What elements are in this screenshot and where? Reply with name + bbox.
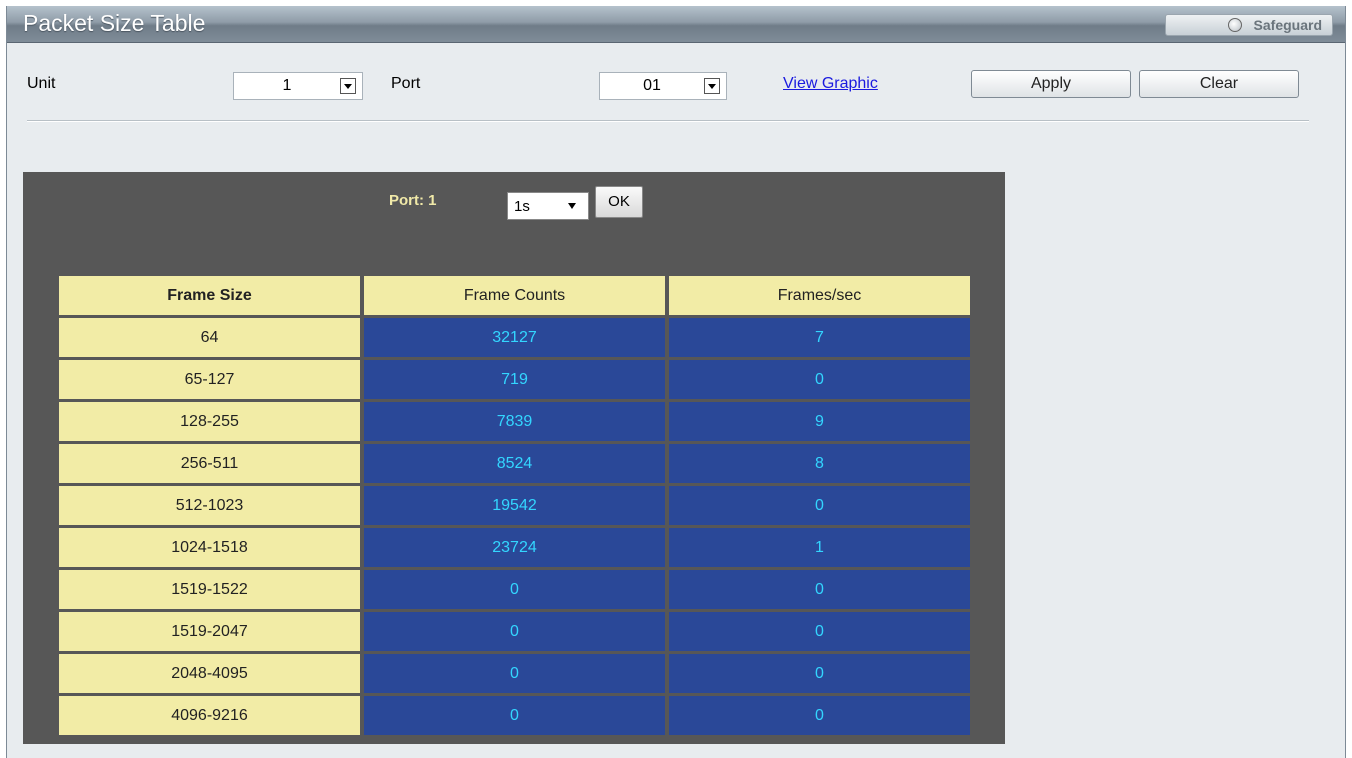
frame-count-cell: 32127: [364, 318, 665, 357]
chevron-down-icon[interactable]: [568, 203, 576, 209]
page-title: Packet Size Table: [23, 10, 206, 36]
table-row: 65-127 719 0: [59, 360, 970, 399]
safeguard-indicator[interactable]: Safeguard: [1165, 14, 1333, 36]
frames-per-sec-cell: 0: [669, 486, 970, 525]
frames-per-sec-cell: 0: [669, 570, 970, 609]
table-row: 2048-4095 0 0: [59, 654, 970, 693]
frame-count-cell: 23724: [364, 528, 665, 567]
table-row: 256-511 8524 8: [59, 444, 970, 483]
frames-per-sec-cell: 0: [669, 612, 970, 651]
frame-size-cell: 1024-1518: [59, 528, 360, 567]
header-frame-size: Frame Size: [59, 276, 360, 315]
refresh-interval-select[interactable]: 1s: [507, 192, 589, 220]
frame-count-cell: 0: [364, 570, 665, 609]
table-row: 64 32127 7: [59, 318, 970, 357]
header-frames-sec: Frames/sec: [669, 276, 970, 315]
divider: [27, 120, 1309, 122]
port-label: Port: [391, 75, 421, 92]
frame-size-cell: 1519-1522: [59, 570, 360, 609]
status-dot-icon: [1227, 18, 1242, 32]
frames-per-sec-cell: 9: [669, 402, 970, 441]
frame-size-cell: 128-255: [59, 402, 360, 441]
frames-per-sec-cell: 0: [669, 360, 970, 399]
apply-button[interactable]: Apply: [971, 70, 1131, 98]
port-select[interactable]: 01: [599, 72, 727, 100]
chevron-down-icon[interactable]: [704, 78, 720, 94]
panel-port-label: Port: 1: [389, 192, 437, 209]
frames-per-sec-cell: 1: [669, 528, 970, 567]
unit-select-value: 1: [282, 77, 292, 94]
table-row: 512-1023 19542 0: [59, 486, 970, 525]
frame-count-cell: 0: [364, 612, 665, 651]
packet-size-table: Frame Size Frame Counts Frames/sec 64 32…: [55, 273, 974, 738]
frames-per-sec-cell: 8: [669, 444, 970, 483]
ok-button[interactable]: OK: [595, 186, 643, 218]
frame-size-cell: 512-1023: [59, 486, 360, 525]
port-select-value: 01: [643, 77, 661, 94]
main-window: Packet Size Table Safeguard Unit 1 Port …: [6, 6, 1346, 758]
frame-count-cell: 719: [364, 360, 665, 399]
frame-size-cell: 64: [59, 318, 360, 357]
packet-size-panel: Port: 1 1s OK Frame Size Frame Counts Fr…: [23, 172, 1005, 744]
frames-per-sec-cell: 0: [669, 696, 970, 735]
title-bar: Packet Size Table Safeguard: [7, 6, 1345, 43]
safeguard-label: Safeguard: [1253, 17, 1322, 33]
frame-count-cell: 0: [364, 696, 665, 735]
clear-button[interactable]: Clear: [1139, 70, 1299, 98]
unit-label: Unit: [27, 75, 56, 92]
unit-select[interactable]: 1: [233, 72, 363, 100]
frame-size-cell: 2048-4095: [59, 654, 360, 693]
frames-per-sec-cell: 0: [669, 654, 970, 693]
interval-value: 1s: [514, 197, 530, 215]
table-row: 1024-1518 23724 1: [59, 528, 970, 567]
frame-size-cell: 4096-9216: [59, 696, 360, 735]
table-header-row: Frame Size Frame Counts Frames/sec: [59, 276, 970, 315]
frames-per-sec-cell: 7: [669, 318, 970, 357]
frame-count-cell: 7839: [364, 402, 665, 441]
frame-size-cell: 65-127: [59, 360, 360, 399]
table-row: 1519-1522 0 0: [59, 570, 970, 609]
view-graphic-link[interactable]: View Graphic: [783, 75, 878, 93]
frame-size-cell: 1519-2047: [59, 612, 360, 651]
frame-count-cell: 19542: [364, 486, 665, 525]
table-row: 128-255 7839 9: [59, 402, 970, 441]
table-row: 1519-2047 0 0: [59, 612, 970, 651]
chevron-down-icon[interactable]: [340, 78, 356, 94]
frame-size-cell: 256-511: [59, 444, 360, 483]
table-row: 4096-9216 0 0: [59, 696, 970, 735]
header-frame-counts: Frame Counts: [364, 276, 665, 315]
frame-count-cell: 0: [364, 654, 665, 693]
frame-count-cell: 8524: [364, 444, 665, 483]
